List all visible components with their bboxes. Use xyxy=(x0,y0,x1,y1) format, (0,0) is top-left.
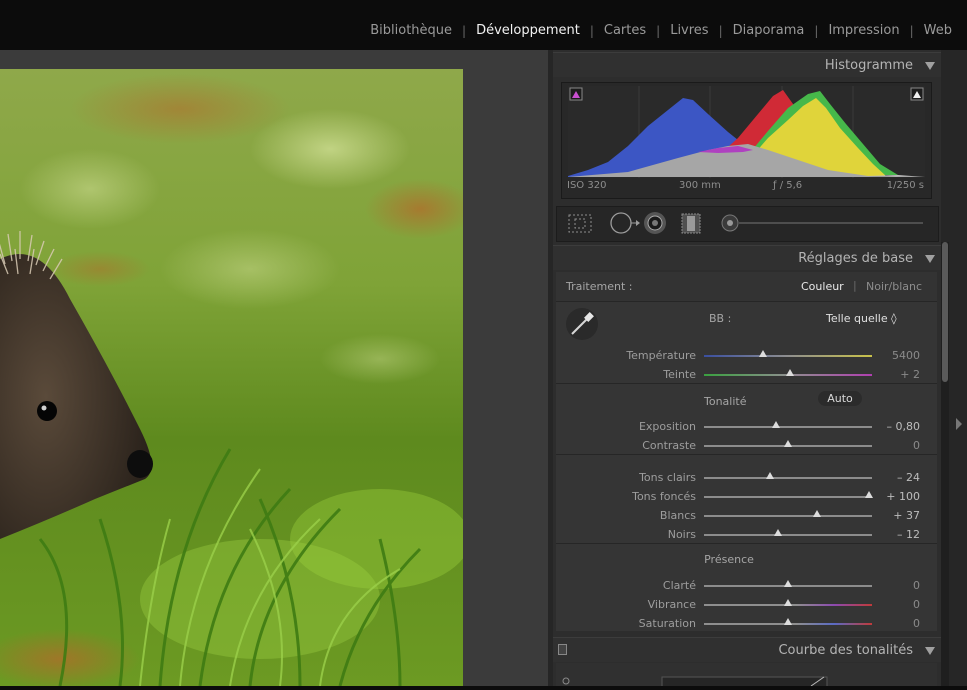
shadows-value[interactable]: + 100 xyxy=(870,490,920,503)
whites-label: Blancs xyxy=(659,509,696,522)
clarity-label: Clarté xyxy=(662,579,696,592)
highlights-value[interactable]: – 24 xyxy=(870,471,920,484)
treatment-row: Traitement : Couleur | Noir/blanc xyxy=(556,272,937,301)
module-web[interactable]: Web xyxy=(914,23,952,38)
saturation-slider-thumb[interactable] xyxy=(784,618,792,625)
whites-value[interactable]: + 37 xyxy=(870,509,920,522)
adjustment-brush-icon[interactable] xyxy=(721,214,739,232)
tone-curve-title: Courbe des tonalités xyxy=(778,643,913,658)
tool-icons xyxy=(568,212,923,234)
red-eye-icon[interactable] xyxy=(644,212,666,234)
basic-header[interactable]: Réglages de base xyxy=(553,245,941,270)
collapse-triangle-icon[interactable] xyxy=(925,255,935,263)
exposure-value[interactable]: – 0,80 xyxy=(870,420,921,433)
contrast-label: Contraste xyxy=(642,439,696,452)
module-library[interactable]: Bibliothèque xyxy=(360,23,462,38)
exposure-slider-thumb[interactable] xyxy=(772,421,781,428)
iso-value: ISO 320 xyxy=(567,180,607,191)
histogram-title: Histogramme xyxy=(824,58,913,73)
panel-toggle-switch[interactable] xyxy=(558,644,567,655)
module-picker: Bibliothèque | Développement | Cartes | Liv… xyxy=(360,23,952,38)
exposure-slider[interactable] xyxy=(704,426,872,428)
temperature-label: Température xyxy=(626,349,696,362)
temperature-slider[interactable] xyxy=(704,355,872,357)
contrast-slider-thumb[interactable] xyxy=(784,440,792,447)
wb-preset-select[interactable]: Telle quelle ◊ xyxy=(826,312,897,325)
tone-curve-preview xyxy=(556,663,937,690)
tone-curve-header[interactable]: Courbe des tonalités xyxy=(553,637,941,662)
blacks-value[interactable]: – 12 xyxy=(870,528,920,541)
temperature-slider-thumb[interactable] xyxy=(758,350,767,357)
presence-label: Présence xyxy=(704,553,754,566)
treatment-color[interactable]: Couleur xyxy=(801,280,844,293)
treatment-separator: | xyxy=(853,279,857,292)
module-map[interactable]: Cartes xyxy=(594,23,656,38)
collapse-triangle-icon[interactable] xyxy=(925,62,935,70)
eyedropper-icon xyxy=(571,312,594,335)
basic-title: Réglages de base xyxy=(798,251,913,266)
right-panel-column: Histogramme ISO 320 300 mm ƒ / 5,6 1/250… xyxy=(548,50,967,690)
highlights-slider-thumb[interactable] xyxy=(765,472,774,479)
histogram-header[interactable]: Histogramme xyxy=(553,52,941,77)
vibrance-label: Vibrance xyxy=(647,598,696,611)
tint-label: Teinte xyxy=(663,368,696,381)
shutter-speed: 1/250 s xyxy=(886,180,924,191)
shadows-slider[interactable] xyxy=(704,496,872,498)
contrast-value[interactable]: 0 xyxy=(870,439,920,452)
graduated-filter-icon[interactable] xyxy=(681,213,701,234)
clarity-value[interactable]: 0 xyxy=(870,579,920,592)
expand-arrow-icon[interactable] xyxy=(956,418,962,430)
tint-slider-thumb[interactable] xyxy=(785,369,794,376)
whites-slider-thumb[interactable] xyxy=(812,510,821,517)
exposure-label: Exposition xyxy=(638,420,696,433)
saturation-value[interactable]: 0 xyxy=(870,617,920,630)
wb-eyedropper-button[interactable] xyxy=(566,308,598,340)
histogram-graph xyxy=(568,86,925,178)
whites-slider[interactable] xyxy=(704,515,872,517)
highlights-label: Tons clairs xyxy=(639,471,696,484)
tone-curve-graph xyxy=(562,676,828,690)
blacks-label: Noirs xyxy=(667,528,696,541)
blacks-slider-thumb[interactable] xyxy=(773,529,782,536)
clarity-slider-thumb[interactable] xyxy=(784,580,792,587)
image-canvas[interactable] xyxy=(0,50,548,686)
histogram[interactable]: ISO 320 300 mm ƒ / 5,6 1/250 s xyxy=(561,82,932,199)
highlights-slider[interactable] xyxy=(704,477,872,479)
tint-value[interactable]: + 2 xyxy=(870,368,920,381)
scrollbar-thumb[interactable] xyxy=(942,242,948,382)
module-print[interactable]: Impression xyxy=(818,23,909,38)
aperture-value: ƒ / 5,6 xyxy=(773,180,803,191)
focal-length: 300 mm xyxy=(679,180,721,191)
module-slideshow[interactable]: Diaporama xyxy=(723,23,815,38)
temperature-value[interactable]: 5400 xyxy=(870,349,920,362)
tool-strip xyxy=(556,206,939,242)
treatment-bw[interactable]: Noir/blanc xyxy=(866,280,922,293)
module-develop[interactable]: Développement xyxy=(466,23,590,38)
blacks-slider[interactable] xyxy=(704,534,872,536)
auto-tone-button[interactable]: Auto xyxy=(818,391,862,406)
develop-panel: Histogramme ISO 320 300 mm ƒ / 5,6 1/250… xyxy=(553,50,941,690)
hedgehog-photo xyxy=(0,69,463,686)
module-book[interactable]: Livres xyxy=(660,23,718,38)
module-picker-bar: Bibliothèque | Développement | Cartes | Liv… xyxy=(0,0,967,50)
collapse-triangle-icon[interactable] xyxy=(925,647,935,655)
vibrance-slider-thumb[interactable] xyxy=(784,599,792,606)
panel-scrollbar[interactable] xyxy=(941,242,949,686)
saturation-label: Saturation xyxy=(638,617,696,630)
wb-label: BB : xyxy=(709,312,732,325)
tone-label: Tonalité xyxy=(704,395,747,408)
treatment-label: Traitement : xyxy=(566,280,633,293)
shadows-label: Tons foncés xyxy=(632,490,696,503)
crop-overlay-icon[interactable] xyxy=(568,214,592,233)
photo-preview[interactable] xyxy=(0,69,463,686)
spot-removal-icon[interactable] xyxy=(610,212,640,234)
vibrance-value[interactable]: 0 xyxy=(870,598,920,611)
